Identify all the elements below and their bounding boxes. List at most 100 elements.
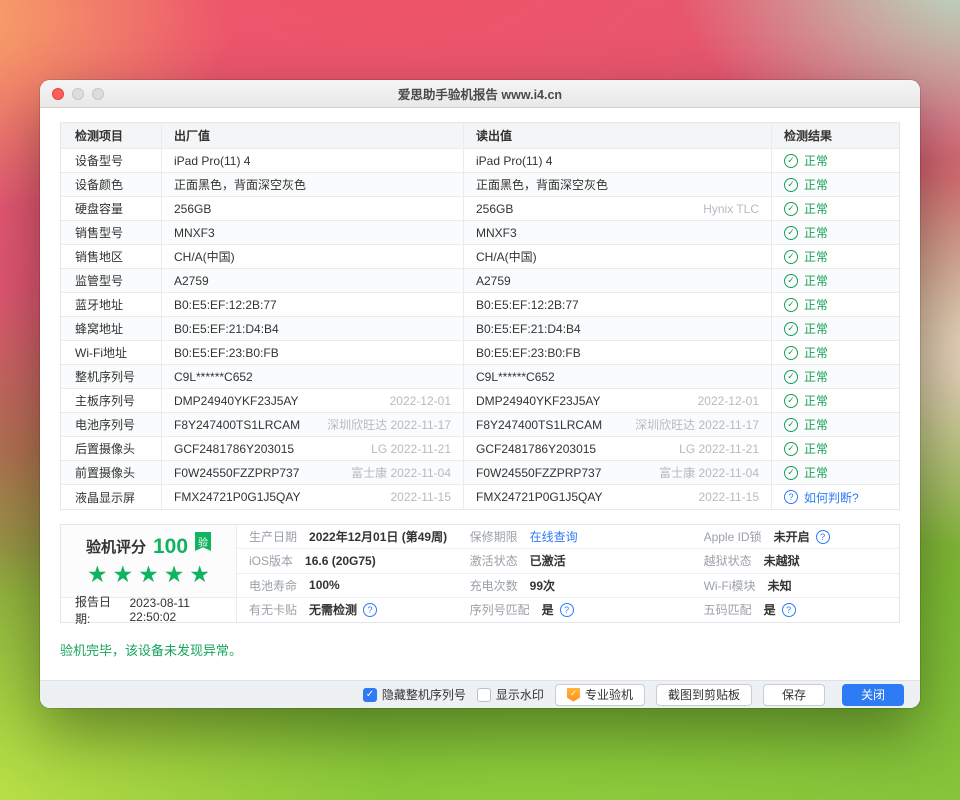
- read-note: Hynix TLC: [703, 202, 759, 216]
- col-header-item: 检测项目: [61, 127, 161, 144]
- col-header-read: 读出值: [463, 123, 771, 148]
- check-circle-icon: ✓: [784, 394, 798, 408]
- result-normal-label: 正常: [804, 440, 828, 457]
- close-label: 关闭: [861, 686, 885, 703]
- read-note: 深圳欣旺达 2022-11-17: [635, 416, 759, 433]
- result-cell: ✓正常: [771, 365, 899, 388]
- check-circle-icon: ✓: [784, 418, 798, 432]
- summary-field: 充电次数 99次: [458, 574, 692, 598]
- table-row: 销售地区 CH/A(中国) CH/A(中国) ✓正常: [61, 245, 899, 269]
- help-icon[interactable]: ?: [363, 603, 377, 617]
- field-label: Wi-Fi模块: [704, 577, 756, 594]
- question-circle-icon[interactable]: ?: [784, 490, 798, 504]
- factory-value-cell: B0:E5:EF:21:D4:B4: [161, 317, 463, 340]
- check-circle-icon: ✓: [784, 202, 798, 216]
- read-value: B0:E5:EF:23:B0:FB: [476, 346, 581, 360]
- minimize-window-button[interactable]: [72, 88, 84, 100]
- summary-fields: 生产日期2022年12月01日 (第49周)保修期限在线查询Apple ID锁未…: [237, 525, 899, 622]
- result-normal-label: 正常: [804, 392, 828, 409]
- field-label: 激活状态: [470, 552, 518, 569]
- summary-field: iOS版本16.6 (20G75): [237, 549, 458, 573]
- read-value: MNXF3: [476, 226, 517, 240]
- table-row: 整机序列号 C9L******C652 C9L******C652 ✓正常: [61, 365, 899, 389]
- hide-serial-toggle[interactable]: ✓ 隐藏整机序列号: [363, 686, 466, 703]
- check-circle-icon: ✓: [784, 154, 798, 168]
- close-button[interactable]: 关闭: [842, 684, 904, 706]
- factory-value: 256GB: [174, 202, 211, 216]
- desktop-wallpaper: 爱思助手验机报告 www.i4.cn 检测项目 出厂值 读出值 检测结果 设备型…: [0, 0, 960, 800]
- table-row: 液晶显示屏 FMX24721P0G1J5QAY 2022-11-15 FMX24…: [61, 485, 899, 509]
- field-label: 序列号匹配: [470, 601, 530, 618]
- read-value: GCF2481786Y203015: [476, 442, 596, 456]
- result-cell: ✓正常: [771, 245, 899, 268]
- factory-value: F0W24550FZZPRP737: [174, 466, 299, 480]
- show-watermark-toggle[interactable]: 显示水印: [477, 686, 544, 703]
- help-icon[interactable]: ?: [782, 603, 796, 617]
- result-normal-label: 正常: [804, 368, 828, 385]
- help-icon[interactable]: ?: [816, 530, 830, 544]
- check-circle-icon: ✓: [784, 442, 798, 456]
- factory-value: B0:E5:EF:12:2B:77: [174, 298, 277, 312]
- read-value-cell: DMP24940YKF23J5AY 2022-12-01: [463, 389, 771, 412]
- factory-note: LG 2022-11-21: [371, 442, 451, 456]
- factory-value-cell: FMX24721P0G1J5QAY 2022-11-15: [161, 485, 463, 509]
- factory-value-cell: 256GB: [161, 197, 463, 220]
- hide-serial-checkbox[interactable]: ✓: [363, 688, 377, 702]
- result-normal-label: 正常: [804, 416, 828, 433]
- factory-value: A2759: [174, 274, 209, 288]
- result-normal-label: 正常: [804, 320, 828, 337]
- read-value: 256GB: [476, 202, 513, 216]
- factory-value: CH/A(中国): [174, 248, 235, 265]
- field-value: 100%: [309, 578, 340, 592]
- pro-verify-button[interactable]: ✓ 专业验机: [555, 684, 645, 706]
- result-normal-label: 正常: [804, 200, 828, 217]
- factory-value-cell: 正面黑色，背面深空灰色: [161, 173, 463, 196]
- summary-field: Wi-Fi模块未知: [692, 574, 899, 598]
- table-row: 蓝牙地址 B0:E5:EF:12:2B:77 B0:E5:EF:12:2B:77…: [61, 293, 899, 317]
- close-window-button[interactable]: [52, 88, 64, 100]
- factory-value: B0:E5:EF:21:D4:B4: [174, 322, 279, 336]
- help-icon[interactable]: ?: [560, 603, 574, 617]
- result-normal-label: 正常: [804, 296, 828, 313]
- result-cell: ? 如何判断?: [771, 485, 899, 509]
- col-header-factory: 出厂值: [161, 123, 463, 148]
- field-label: 保修期限: [470, 528, 518, 545]
- screenshot-to-clipboard-button[interactable]: 截图到剪贴板: [656, 684, 752, 706]
- check-circle-icon: ✓: [784, 346, 798, 360]
- save-label: 保存: [782, 686, 806, 703]
- factory-note: 深圳欣旺达 2022-11-17: [327, 416, 451, 433]
- show-watermark-checkbox[interactable]: [477, 688, 491, 702]
- factory-value-cell: DMP24940YKF23J5AY 2022-12-01: [161, 389, 463, 412]
- report-content: 检测项目 出厂值 读出值 检测结果 设备型号 iPad Pro(11) 4 iP…: [40, 108, 920, 680]
- read-value-cell: FMX24721P0G1J5QAY 2022-11-15: [463, 485, 771, 509]
- field-value: 无需检测: [309, 601, 357, 618]
- how-to-judge-link[interactable]: 如何判断?: [804, 489, 859, 506]
- detection-item-label: 监管型号: [61, 272, 161, 289]
- read-value-cell: CH/A(中国): [463, 245, 771, 268]
- table-row: 电池序列号 F8Y247400TS1LRCAM 深圳欣旺达 2022-11-17…: [61, 413, 899, 437]
- zoom-window-button[interactable]: [92, 88, 104, 100]
- read-value: B0:E5:EF:21:D4:B4: [476, 322, 581, 336]
- detection-item-label: 前置摄像头: [61, 464, 161, 481]
- field-value: 99次: [530, 577, 555, 594]
- factory-value-cell: CH/A(中国): [161, 245, 463, 268]
- check-circle-icon: ✓: [784, 250, 798, 264]
- factory-value-cell: A2759: [161, 269, 463, 292]
- table-row: 销售型号 MNXF3 MNXF3 ✓正常: [61, 221, 899, 245]
- result-cell: ✓正常: [771, 269, 899, 292]
- field-value: 2022年12月01日 (第49周): [309, 528, 447, 545]
- field-label: 充电次数: [470, 577, 518, 594]
- detection-item-label: 销售地区: [61, 248, 161, 265]
- factory-value: GCF2481786Y203015: [174, 442, 294, 456]
- col-header-result: 检测结果: [771, 123, 899, 148]
- online-query-link[interactable]: 在线查询: [530, 528, 578, 545]
- factory-note: 2022-11-15: [391, 490, 452, 504]
- result-cell: ✓正常: [771, 149, 899, 172]
- read-note: 富士康 2022-11-04: [659, 464, 759, 481]
- save-button[interactable]: 保存: [763, 684, 825, 706]
- summary-field: 电池寿命100%: [237, 574, 458, 598]
- factory-note: 富士康 2022-11-04: [351, 464, 451, 481]
- result-normal-label: 正常: [804, 224, 828, 241]
- result-cell: ✓正常: [771, 173, 899, 196]
- summary-panel: 验机评分 100 验 ★★★★★ 报告日期: 2023-08-11 22:50:…: [60, 524, 900, 623]
